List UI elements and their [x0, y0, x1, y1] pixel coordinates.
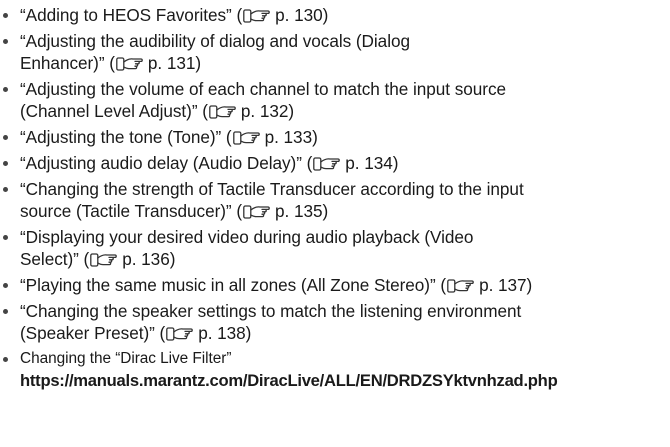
list-item[interactable]: “Adding to HEOS Favorites” ( p. 130): [0, 4, 670, 26]
dirac-live-link[interactable]: https://manuals.marantz.com/DiracLive/AL…: [0, 370, 670, 391]
item-text: “Playing the same music in all zones (Al…: [20, 275, 447, 295]
item-text: Changing the “Dirac Live Filter”: [20, 350, 232, 367]
item-text: “Adjusting the volume of each channel to…: [20, 79, 507, 99]
pointing-hand-icon: [313, 156, 343, 172]
page-ref: p. 130): [275, 5, 329, 25]
pointing-hand-icon: [166, 326, 196, 342]
bullet: [3, 283, 8, 288]
bullet: [3, 357, 8, 362]
bullet: [3, 135, 8, 140]
item-text: “Adjusting the tone (Tone)” (: [20, 127, 232, 147]
list-item[interactable]: “Adjusting the audibility of dialog and …: [0, 30, 670, 74]
list-item: Changing the “Dirac Live Filter” https:/…: [0, 348, 670, 391]
item-text: (Speaker Preset)” (: [20, 323, 166, 343]
list-item[interactable]: “Adjusting audio delay (Audio Delay)” ( p…: [0, 152, 670, 174]
list-item[interactable]: “Adjusting the tone (Tone)” ( p. 133): [0, 126, 670, 148]
page-ref: p. 135): [275, 201, 329, 221]
pointing-hand-icon: [243, 204, 273, 220]
page-ref: p. 137): [479, 275, 533, 295]
item-text: source (Tactile Transducer)” (: [20, 201, 243, 221]
page-ref: p. 136): [122, 249, 176, 269]
page-ref: p. 133): [264, 127, 318, 147]
page-ref: p. 132): [240, 101, 295, 121]
item-text: Select)” (: [20, 249, 90, 269]
page-ref: p. 134): [345, 153, 399, 173]
item-text: Enhancer)” (: [20, 53, 115, 73]
page-ref: p. 131): [147, 53, 202, 73]
item-text: “Adding to HEOS Favorites” (: [20, 5, 243, 25]
item-text: “Adjusting audio delay (Audio Delay)” (: [20, 153, 313, 173]
pointing-hand-icon: [116, 56, 146, 72]
item-text: “Displaying your desired video during au…: [20, 227, 474, 247]
page-ref: p. 138): [198, 323, 252, 343]
item-text: “Changing the speaker settings to match …: [20, 301, 522, 321]
bullet: [3, 161, 8, 166]
list-item[interactable]: “Displaying your desired video during au…: [0, 226, 670, 270]
list-item[interactable]: “Playing the same music in all zones (Al…: [0, 274, 670, 296]
list-item[interactable]: “Adjusting the volume of each channel to…: [0, 78, 670, 122]
pointing-hand-icon: [243, 8, 273, 24]
list-item[interactable]: “Changing the strength of Tactile Transd…: [0, 178, 670, 222]
pointing-hand-icon: [232, 130, 263, 146]
pointing-hand-icon: [447, 278, 477, 294]
bullet: [3, 39, 8, 44]
bullet: [3, 309, 8, 314]
bullet: [3, 187, 8, 192]
item-text: (Channel Level Adjust)” (: [20, 101, 208, 121]
reference-list: “Adding to HEOS Favorites” ( p. 130) “Adj…: [0, 4, 670, 391]
pointing-hand-icon: [90, 252, 120, 268]
item-text: “Adjusting the audibility of dialog and …: [20, 31, 410, 51]
bullet: [3, 235, 8, 240]
list-item[interactable]: “Changing the speaker settings to match …: [0, 300, 670, 344]
bullet: [3, 13, 8, 18]
bullet: [3, 87, 8, 92]
item-text: “Changing the strength of Tactile Transd…: [20, 179, 524, 199]
pointing-hand-icon: [209, 104, 239, 120]
